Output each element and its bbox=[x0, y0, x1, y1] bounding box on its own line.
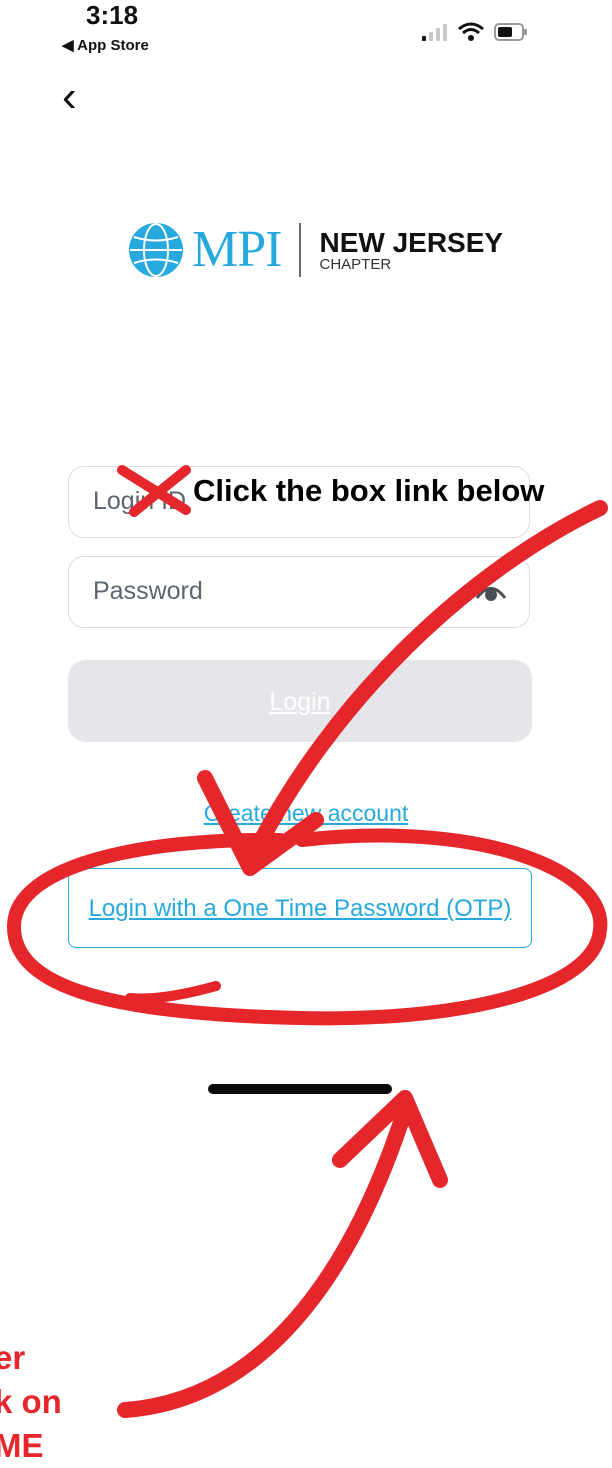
annotation-bottom-line-2: k on bbox=[0, 1383, 62, 1420]
annotation-bottom-note: er k on ME bbox=[0, 1336, 62, 1468]
annotation-overlay bbox=[6, 465, 608, 1418]
annotation-top-note: Click the box link below bbox=[193, 473, 545, 508]
annotation-bottom-line-1: er bbox=[0, 1339, 26, 1376]
red-circle-tail bbox=[125, 981, 221, 1004]
annotation-bottom-line-3: ME bbox=[0, 1427, 44, 1464]
red-circle-mark bbox=[6, 828, 608, 1026]
red-arrow-down bbox=[242, 500, 608, 870]
red-x-mark bbox=[117, 465, 191, 517]
red-arrow-up bbox=[117, 1102, 413, 1418]
red-arrow-down-head bbox=[197, 770, 324, 876]
